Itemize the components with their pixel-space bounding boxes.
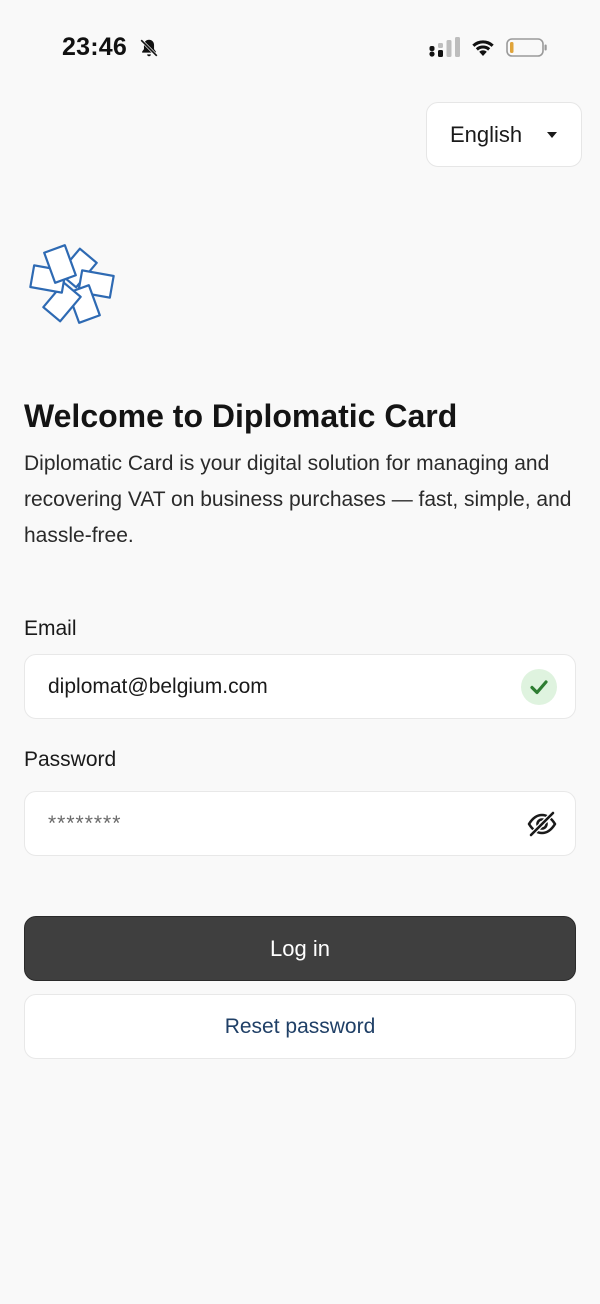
email-field[interactable]: diplomat@belgium.com [24, 654, 576, 719]
cellular-signal-icon [429, 37, 460, 57]
language-selected-label: English [450, 121, 523, 147]
login-button[interactable]: Log in [24, 916, 576, 981]
check-icon [530, 680, 548, 695]
email-value: diplomat@belgium.com [48, 674, 268, 698]
bell-slash-icon [140, 39, 158, 57]
battery-low-icon [506, 38, 547, 57]
password-value: ******** [48, 811, 122, 835]
welcome-description: Diplomatic Card is your digital solution… [24, 452, 572, 547]
wifi-icon [472, 40, 494, 56]
page-title: Welcome to Diplomatic Card [24, 398, 458, 434]
status-bar: 23:46 [0, 0, 600, 96]
password-label: Password [24, 748, 117, 771]
caret-down-icon [547, 132, 557, 138]
password-field[interactable]: ******** [24, 791, 576, 856]
reset-password-button[interactable]: Reset password [24, 994, 576, 1059]
status-time: 23:46 [62, 33, 127, 61]
email-valid-badge [521, 669, 557, 705]
email-label: Email [24, 617, 77, 640]
eye-slash-icon[interactable] [526, 808, 558, 840]
language-selector[interactable]: English [426, 102, 582, 167]
login-screen: 23:46 English Welcome to Diplomatic Card… [0, 0, 600, 1304]
diplomatic-card-logo-icon [29, 244, 115, 324]
